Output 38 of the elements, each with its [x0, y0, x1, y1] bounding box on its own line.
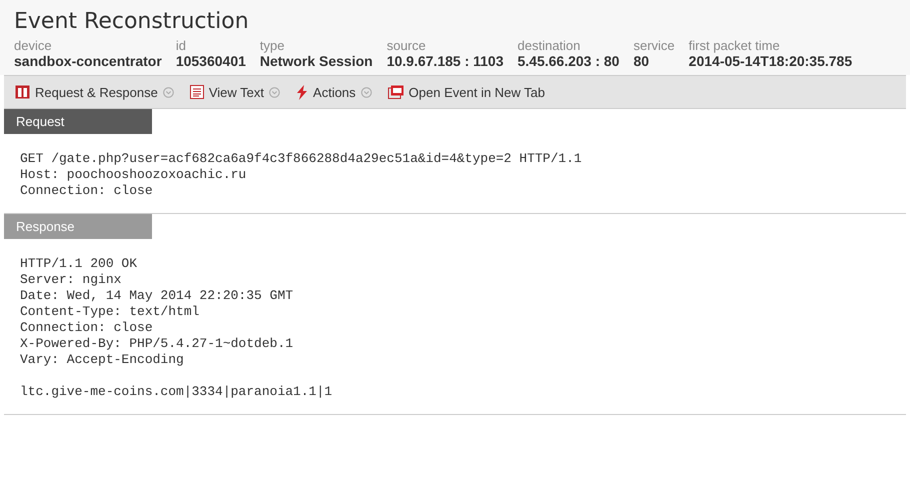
code-line: Connection: close: [20, 183, 154, 199]
caret-icon: [162, 86, 174, 98]
window-icon: [388, 85, 404, 99]
field-label: id: [176, 38, 187, 53]
code-line: Date: Wed, 14 May 2014 22:20:35 GMT: [20, 288, 294, 304]
field-label: first packet time: [688, 38, 781, 53]
page-title: Event Reconstruction: [14, 8, 250, 36]
code-line: Connection: close: [20, 320, 154, 336]
code-line: Vary: Accept-Encoding: [20, 352, 185, 368]
field-label: source: [386, 38, 427, 53]
field-value: 5.45.66.203 : 80: [518, 53, 620, 69]
code-line: ltc.give-me-coins.com|3334|paranoia1.1|1: [20, 384, 334, 400]
caret-icon: [269, 86, 280, 98]
code-line: HTTP/1.1 200 OK: [20, 256, 138, 272]
toolbar-button[interactable]: View Text: [190, 84, 280, 100]
document-icon: [190, 85, 204, 99]
field-label: device: [14, 38, 53, 53]
toolbar-button[interactable]: Request & Response: [15, 84, 174, 100]
columns-icon: [15, 85, 30, 99]
caret-icon: [360, 86, 372, 98]
code-line: Host: poochooshoozoxoachic.ru: [20, 167, 248, 183]
toolbar-button[interactable]: Actions: [296, 84, 372, 100]
field-value: 10.9.67.185 : 1103: [386, 53, 504, 69]
field-label: service: [633, 38, 675, 53]
code-line: Content-Type: text/html: [20, 304, 200, 320]
field-value: 105360401: [176, 53, 246, 69]
field-value: 80: [633, 53, 650, 69]
section-header[interactable]: Request: [4, 109, 152, 134]
lightning-icon: [296, 84, 308, 100]
code-line: Server: nginx: [20, 272, 122, 288]
field-value: 2014-05-14T18:20:35.785: [688, 53, 852, 69]
field-value: Network Session: [260, 53, 373, 69]
field-label: destination: [518, 38, 582, 53]
field-label: type: [260, 38, 286, 53]
code-line: X-Powered-By: PHP/5.4.27-1~dotdeb.1: [20, 336, 294, 352]
toolbar-button[interactable]: Open Event in New Tab: [388, 84, 546, 100]
field-value: sandbox-concentrator: [14, 53, 162, 69]
code-line: GET /gate.php?user=acf682ca6a9f4c3f866288d4a29ec51a&id=4&type=2 HTTP/1.1: [20, 151, 583, 167]
